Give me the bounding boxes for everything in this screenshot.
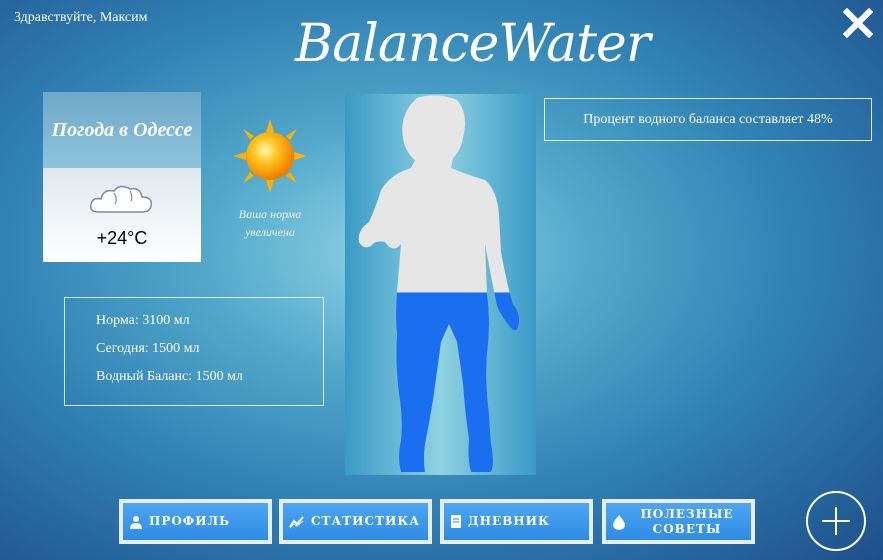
norm-value: Норма: 3100 мл xyxy=(96,313,190,328)
profile-label: ПРОФИЛЬ xyxy=(149,514,231,529)
body-empty-area xyxy=(358,95,520,473)
temperature-value: +24°C xyxy=(96,228,148,248)
balance-value: Водный Баланс: 1500 мл xyxy=(96,369,243,384)
tips-button[interactable]: ПОЛЕЗНЫЕ СОВЕТЫ xyxy=(602,499,755,544)
profile-button[interactable]: ПРОФИЛЬ xyxy=(119,499,272,544)
notebook-icon xyxy=(450,514,462,529)
body-silhouette xyxy=(358,95,520,473)
add-water-button[interactable] xyxy=(806,491,866,551)
user-icon xyxy=(129,515,143,529)
water-stats-box: Норма: 3100 мл Сегодня: 1500 мл Водный Б… xyxy=(64,297,324,406)
water-drop-icon xyxy=(612,514,626,530)
app-logo: BalanceWater xyxy=(295,14,651,74)
diary-button[interactable]: ДНЕВНИК xyxy=(440,499,593,544)
weather-title: Погода в Одессе xyxy=(43,92,201,168)
water-percent-box: Процент водного баланса составляет 48% xyxy=(544,98,872,141)
today-value: Сегодня: 1500 мл xyxy=(96,341,200,356)
body-water-fill xyxy=(358,292,520,473)
chart-line-icon xyxy=(289,515,305,529)
statistics-button[interactable]: СТАТИСТИКА xyxy=(279,499,432,544)
norm-increased-text: Ваша норма увеличена xyxy=(238,207,302,239)
cloud-icon xyxy=(89,185,153,213)
close-icon[interactable] xyxy=(843,8,873,38)
tips-label: ПОЛЕЗНЫЕ СОВЕТЫ xyxy=(640,507,734,536)
weather-body: +24°C xyxy=(43,168,201,262)
weather-card: Погода в Одессе +24°C xyxy=(43,92,201,262)
statistics-label: СТАТИСТИКА xyxy=(311,514,421,529)
sun-icon xyxy=(233,119,307,193)
greeting-text: Здравствуйте, Максим xyxy=(14,10,148,25)
body-figure-panel xyxy=(345,94,536,475)
diary-label: ДНЕВНИК xyxy=(468,514,550,529)
